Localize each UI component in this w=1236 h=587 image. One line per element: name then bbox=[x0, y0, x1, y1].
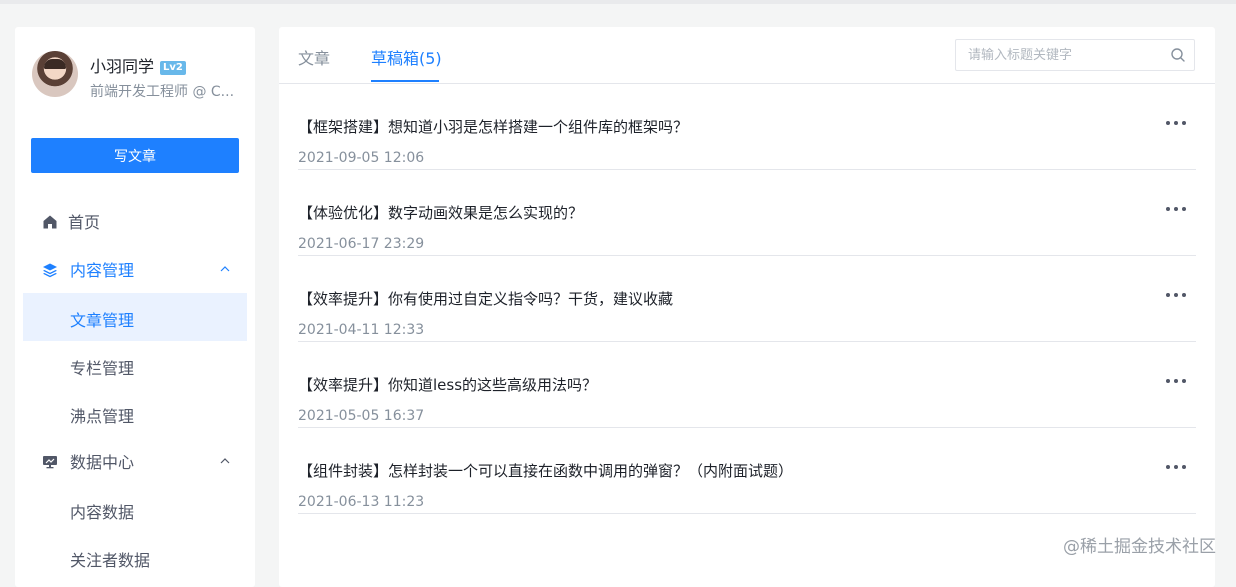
more-options-icon[interactable] bbox=[1166, 116, 1188, 128]
user-job-title: 前端开发工程师 @ C... bbox=[90, 84, 235, 100]
sidebar-item-column-management[interactable]: 专栏管理 bbox=[15, 341, 255, 389]
sidebar-item-data-center[interactable]: 数据中心 bbox=[15, 437, 255, 485]
draft-title[interactable]: 【效率提升】你知道less的这些高级用法吗？ bbox=[298, 374, 597, 395]
more-options-icon[interactable] bbox=[1166, 374, 1188, 386]
draft-time: 2021-05-05 16:37 bbox=[298, 408, 425, 424]
sidebar-item-pins-management[interactable]: 沸点管理 bbox=[15, 389, 255, 437]
sidebar-item-content-management[interactable]: 内容管理 bbox=[15, 245, 255, 293]
tab-articles[interactable]: 文章 bbox=[298, 45, 330, 69]
sidebar: 小羽同学 Lv2 前端开发工程师 @ C... 写文章 首页 内容管理 文章管理 bbox=[15, 27, 255, 587]
sidebar-item-label: 内容数据 bbox=[70, 503, 135, 522]
draft-list: 【框架搭建】想知道小羽是怎样搭建一个组件库的框架吗？ 2021-09-05 12… bbox=[298, 84, 1196, 514]
sidebar-item-label: 内容管理 bbox=[70, 261, 135, 280]
sidebar-item-article-management[interactable]: 文章管理 bbox=[23, 293, 247, 341]
draft-title[interactable]: 【效率提升】你有使用过自定义指令吗？干货，建议收藏 bbox=[298, 288, 673, 309]
more-options-icon[interactable] bbox=[1166, 202, 1188, 214]
chevron-up-icon[interactable] bbox=[220, 456, 230, 466]
more-options-icon[interactable] bbox=[1166, 460, 1188, 472]
level-badge: Lv2 bbox=[160, 61, 186, 75]
monitor-chart-icon bbox=[43, 456, 57, 469]
main-panel: 文章 草稿箱(5) 【框架搭建】想知道小羽是怎样搭建一个组件库的框架吗？ 202… bbox=[279, 27, 1215, 587]
search-input[interactable] bbox=[956, 40, 1180, 70]
draft-title[interactable]: 【体验优化】数字动画效果是怎么实现的？ bbox=[298, 202, 583, 223]
draft-title[interactable]: 【框架搭建】想知道小羽是怎样搭建一个组件库的框架吗？ bbox=[298, 116, 688, 137]
list-item[interactable]: 【效率提升】你有使用过自定义指令吗？干货，建议收藏 2021-04-11 12:… bbox=[298, 256, 1196, 342]
sidebar-item-label: 沸点管理 bbox=[70, 407, 135, 426]
sidebar-nav: 首页 内容管理 文章管理 专栏管理 沸点管理 数据中心 内容数据 关注者数据 bbox=[15, 197, 255, 581]
home-icon bbox=[43, 215, 57, 229]
avatar[interactable] bbox=[32, 51, 78, 97]
sidebar-item-label: 首页 bbox=[68, 213, 101, 232]
list-item[interactable]: 【框架搭建】想知道小羽是怎样搭建一个组件库的框架吗？ 2021-09-05 12… bbox=[298, 84, 1196, 170]
username[interactable]: 小羽同学 Lv2 bbox=[90, 53, 186, 77]
draft-time: 2021-04-11 12:33 bbox=[298, 322, 425, 338]
sidebar-item-label: 数据中心 bbox=[70, 453, 135, 472]
user-profile[interactable]: 小羽同学 Lv2 前端开发工程师 @ C... bbox=[32, 51, 242, 103]
tab-drafts[interactable]: 草稿箱(5) bbox=[371, 45, 442, 69]
draft-time: 2021-09-05 12:06 bbox=[298, 150, 425, 166]
draft-time: 2021-06-17 23:29 bbox=[298, 236, 425, 252]
sidebar-item-content-data[interactable]: 内容数据 bbox=[15, 485, 255, 533]
list-item[interactable]: 【效率提升】你知道less的这些高级用法吗？ 2021-05-05 16:37 bbox=[298, 342, 1196, 428]
sidebar-item-home[interactable]: 首页 bbox=[15, 197, 255, 245]
tab-bar: 文章 草稿箱(5) bbox=[279, 27, 1215, 84]
top-divider bbox=[0, 0, 1236, 4]
username-text[interactable]: 小羽同学 bbox=[90, 57, 154, 76]
chevron-up-icon[interactable] bbox=[220, 264, 230, 274]
sidebar-item-label: 文章管理 bbox=[70, 311, 135, 330]
more-options-icon[interactable] bbox=[1166, 288, 1188, 300]
layers-icon bbox=[43, 263, 57, 278]
watermark: @稀土掘金技术社区 bbox=[1063, 537, 1216, 557]
sidebar-item-label: 专栏管理 bbox=[70, 359, 135, 378]
sidebar-item-follower-data[interactable]: 关注者数据 bbox=[15, 533, 255, 581]
write-article-button[interactable]: 写文章 bbox=[31, 138, 239, 173]
search-box bbox=[955, 39, 1195, 71]
sidebar-item-label: 关注者数据 bbox=[70, 551, 151, 570]
draft-time: 2021-06-13 11:23 bbox=[298, 494, 425, 510]
list-item[interactable]: 【组件封装】怎样封装一个可以直接在函数中调用的弹窗？（内附面试题） 2021-0… bbox=[298, 428, 1196, 514]
list-item[interactable]: 【体验优化】数字动画效果是怎么实现的？ 2021-06-17 23:29 bbox=[298, 170, 1196, 256]
active-tab-indicator bbox=[371, 80, 439, 82]
search-icon[interactable] bbox=[1170, 47, 1186, 63]
draft-title[interactable]: 【组件封装】怎样封装一个可以直接在函数中调用的弹窗？（内附面试题） bbox=[298, 460, 793, 481]
